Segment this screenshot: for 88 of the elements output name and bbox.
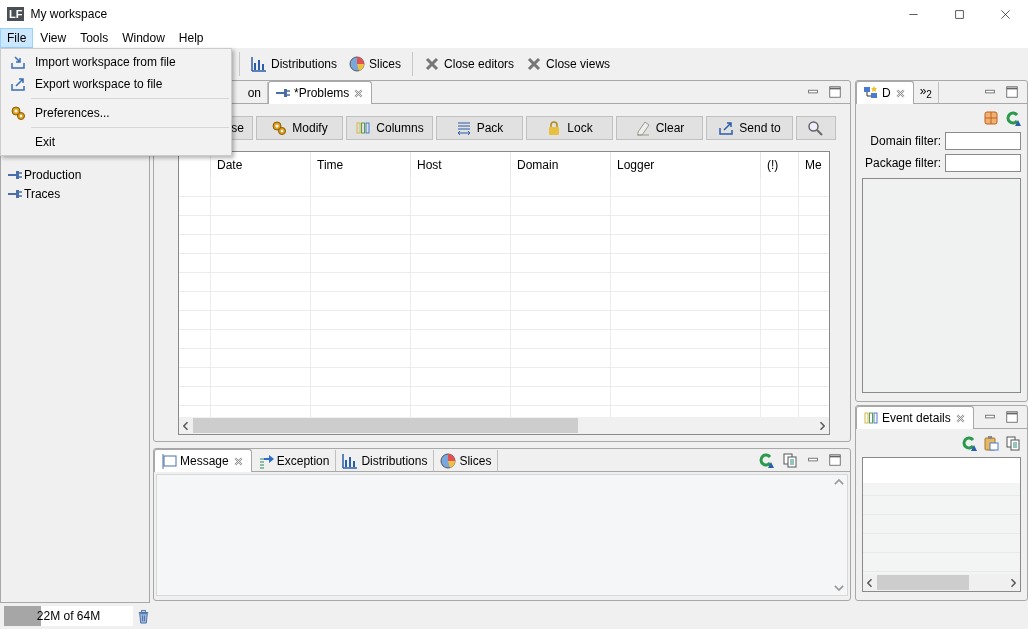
search-button[interactable]	[796, 116, 836, 140]
horizontal-scrollbar[interactable]	[179, 417, 829, 434]
pie-chart-icon	[440, 452, 457, 469]
maximize-icon[interactable]	[1005, 85, 1019, 99]
plug-icon	[7, 169, 23, 180]
toolbar-button[interactable]: Close editors	[420, 54, 519, 74]
toolbar-button[interactable]: Close views	[522, 54, 615, 74]
close-icon	[526, 56, 543, 72]
view-tab[interactable]: Event details	[856, 406, 974, 429]
plug-icon	[7, 188, 23, 199]
view-tab[interactable]: Distributions	[336, 450, 435, 471]
scroll-right-icon[interactable]	[819, 420, 825, 431]
gears-icon	[271, 120, 288, 136]
app-logo: LF	[7, 7, 25, 21]
menu-item[interactable]: File	[0, 28, 34, 48]
trash-icon[interactable]	[136, 607, 151, 625]
toolbar-button[interactable]: Slices	[345, 54, 406, 74]
maximize-icon[interactable]	[828, 453, 842, 467]
plug-icon	[275, 88, 291, 98]
copy-icon[interactable]	[782, 452, 798, 468]
pack-icon	[455, 120, 472, 136]
menu-item[interactable]: View	[33, 28, 74, 48]
maximize-icon[interactable]	[1005, 410, 1019, 424]
action-button[interactable]: Clear	[616, 116, 703, 140]
view-tab[interactable]: Message	[154, 449, 252, 472]
maximize-icon	[953, 8, 965, 20]
pie-chart-icon	[349, 56, 366, 72]
action-button[interactable]: Pack	[436, 116, 523, 140]
bar-chart-icon	[251, 56, 267, 72]
column-header[interactable]: (!)	[761, 152, 799, 178]
exception-icon	[257, 452, 274, 469]
editor-tab[interactable]: *Problems	[268, 81, 373, 104]
scroll-down-icon[interactable]	[833, 584, 844, 591]
refresh-icon[interactable]	[961, 435, 977, 451]
filter-field[interactable]	[945, 154, 1021, 172]
filter-label: Package filter:	[864, 156, 941, 170]
menu-item[interactable]: Exit	[1, 131, 231, 153]
memory-reading: 22M of 64M	[35, 609, 102, 623]
view-tab[interactable]: Slices	[434, 450, 499, 471]
eraser-icon	[634, 120, 651, 136]
column-header[interactable]: Domain	[511, 152, 611, 178]
action-button[interactable]: Lock	[526, 116, 613, 140]
maximize-icon[interactable]	[828, 85, 842, 99]
view-tab[interactable]: »$_{2}$	[913, 82, 939, 103]
column-header[interactable]: Me	[799, 152, 829, 178]
column-header[interactable]: Logger	[611, 152, 761, 178]
package-list[interactable]	[862, 178, 1021, 393]
toolbar-button[interactable]: Distributions	[247, 54, 342, 74]
action-button[interactable]: Columns	[346, 116, 433, 140]
action-button[interactable]: Send to	[706, 116, 793, 140]
filter-label: Domain filter:	[870, 134, 941, 148]
action-button[interactable]: Modify	[256, 116, 343, 140]
copy-icon[interactable]	[1005, 435, 1021, 451]
column-header[interactable]: Time	[311, 152, 411, 178]
view-tab[interactable]: Exception	[251, 450, 337, 471]
network-icon	[863, 85, 879, 101]
scroll-left-icon[interactable]	[183, 420, 189, 431]
close-icon	[999, 8, 1011, 20]
columns-icon	[863, 410, 879, 426]
search-icon	[807, 120, 823, 136]
view-tab[interactable]: D	[856, 81, 914, 104]
horizontal-scrollbar[interactable]	[863, 574, 1020, 591]
window-title: My workspace	[30, 7, 108, 21]
bar-chart-icon	[342, 452, 359, 469]
scroll-right-icon[interactable]	[1010, 577, 1016, 588]
scroll-left-icon[interactable]	[867, 577, 873, 588]
menu-item[interactable]: Help	[171, 28, 211, 48]
menu-item[interactable]: Tools	[73, 28, 116, 48]
columns-icon	[355, 120, 372, 136]
grid-icon[interactable]	[983, 110, 999, 126]
close-icon	[424, 56, 441, 72]
clipboard-icon[interactable]	[983, 435, 999, 451]
menu-item[interactable]: Import workspace from file	[1, 51, 231, 73]
menu-item[interactable]: Window	[115, 28, 172, 48]
filter-field[interactable]	[945, 132, 1021, 150]
column-header[interactable]: Host	[411, 152, 511, 178]
menu-item[interactable]: Export workspace to file	[1, 73, 231, 95]
tree-item[interactable]: Production	[1, 165, 86, 184]
gears-icon	[10, 105, 26, 121]
menu-item[interactable]: Preferences...	[1, 102, 231, 124]
message-icon	[161, 453, 177, 469]
export-icon	[10, 76, 26, 92]
scroll-up-icon[interactable]	[833, 479, 844, 486]
refresh-icon[interactable]	[758, 452, 774, 468]
refresh-icon[interactable]	[1005, 110, 1021, 126]
tree-item[interactable]: Traces	[1, 184, 65, 203]
send-icon	[718, 120, 735, 136]
import-icon	[10, 54, 26, 70]
